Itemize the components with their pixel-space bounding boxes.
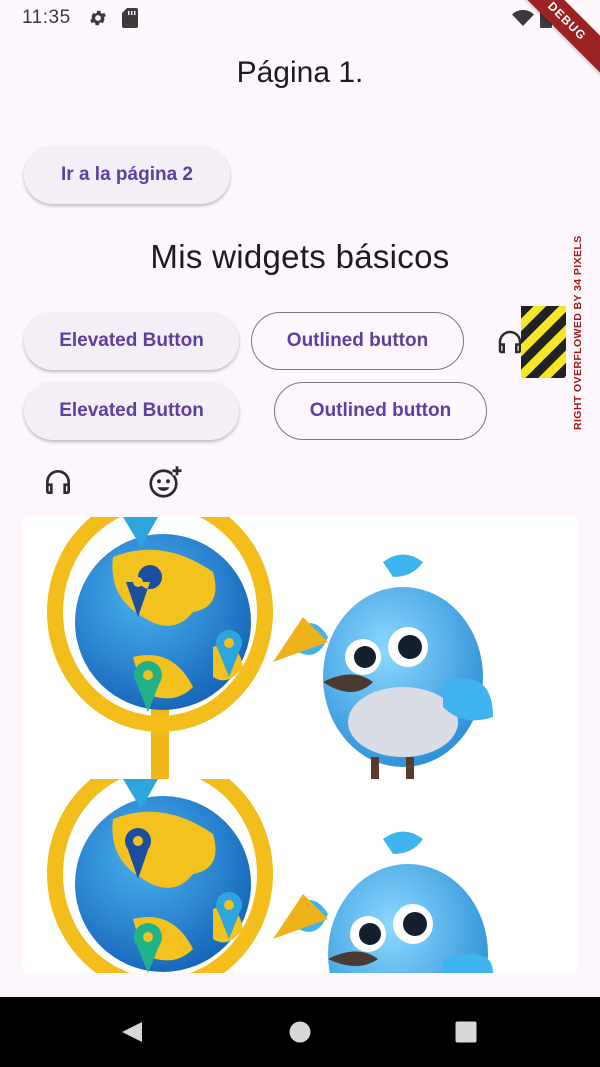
headphones-icon — [42, 466, 74, 503]
sd-card-icon — [122, 8, 138, 33]
elevated-button-1-label: Elevated Button — [59, 330, 204, 351]
recents-icon[interactable] — [454, 1020, 478, 1049]
back-icon[interactable] — [120, 1020, 144, 1049]
status-bar: 11:35 DEBUG — [0, 0, 600, 84]
wifi-icon — [512, 9, 534, 31]
go-to-page-2-button[interactable]: Ir a la página 2 — [24, 146, 230, 204]
overflow-indicator-stripes — [521, 306, 566, 378]
outlined-button-1[interactable]: Outlined button — [251, 312, 464, 370]
add-reaction-icon — [147, 464, 183, 505]
gear-icon — [88, 8, 108, 33]
outlined-button-2[interactable]: Outlined button — [274, 382, 487, 440]
illustration-image-2 — [23, 779, 577, 973]
outlined-button-2-label: Outlined button — [309, 400, 452, 421]
illustration-image-1 — [23, 517, 577, 779]
system-nav-bar — [0, 997, 600, 1067]
section-title: Mis widgets básicos — [150, 238, 450, 275]
go-to-page-2-label: Ir a la página 2 — [61, 164, 193, 185]
page-title: Página 1. — [236, 56, 364, 89]
elevated-button-1[interactable]: Elevated Button — [24, 312, 239, 370]
status-time: 11:35 — [22, 7, 71, 28]
home-icon[interactable] — [288, 1020, 312, 1049]
outlined-button-1-label: Outlined button — [286, 330, 429, 351]
elevated-button-2-label: Elevated Button — [59, 400, 204, 421]
overflow-warning-text: RIGHT OVERFLOWED BY 34 PIXELS — [572, 235, 584, 430]
elevated-button-2[interactable]: Elevated Button — [24, 382, 239, 440]
